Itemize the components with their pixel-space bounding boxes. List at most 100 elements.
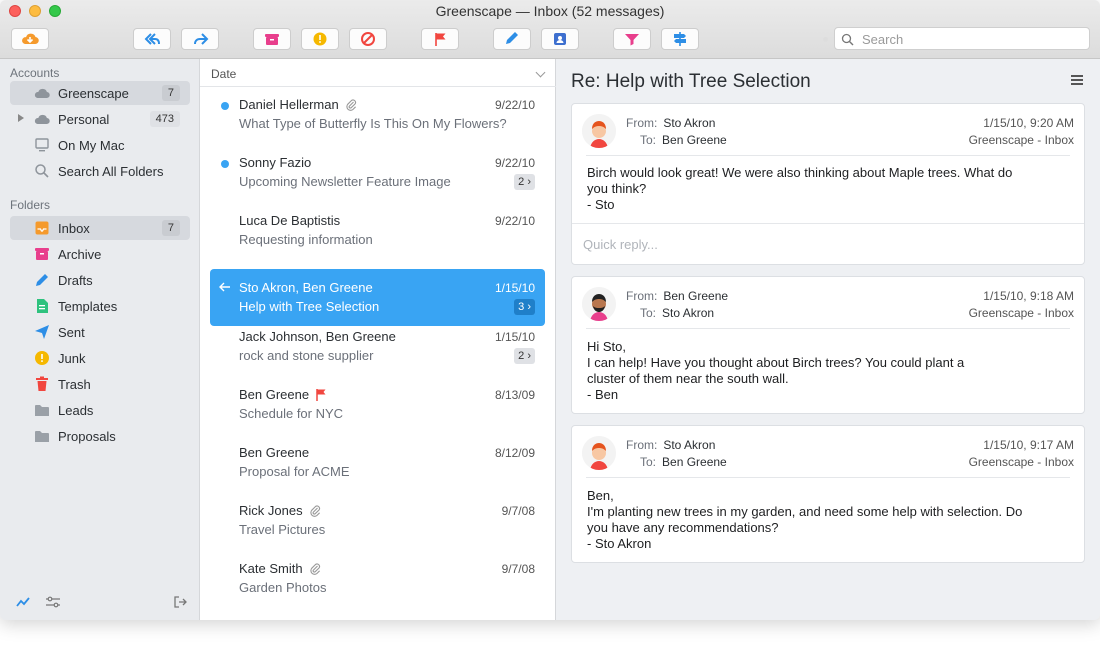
quick-reply-field[interactable]: Quick reply... (572, 223, 1084, 265)
junk-button[interactable] (301, 28, 339, 50)
signpost-icon (674, 32, 686, 46)
contacts-button[interactable] (541, 28, 579, 50)
warning-icon (313, 32, 327, 46)
sender-name[interactable]: Ben Greene (663, 289, 728, 303)
get-mail-button[interactable] (11, 28, 49, 50)
sidebar: Accounts Greenscape 7 Personal 473 On My… (0, 59, 200, 620)
recipient-name[interactable]: Ben Greene (662, 455, 727, 469)
folder-icon (34, 402, 50, 418)
recipient-name[interactable]: Ben Greene (662, 133, 727, 147)
sidebar-item-archive[interactable]: Archive (10, 242, 190, 266)
message-date: 8/13/09 (494, 388, 535, 402)
to-label: To: (640, 455, 657, 469)
sidebar-item-label: Proposals (58, 429, 116, 444)
message-subject: rock and stone supplier (239, 348, 374, 363)
sidebar-item-greenscape[interactable]: Greenscape 7 (10, 81, 190, 105)
archive-icon (34, 246, 50, 262)
message-from: Daniel Hellerman (239, 97, 339, 112)
sidebar-item-templates[interactable]: Templates (10, 294, 190, 318)
conversation-title: Re: Help with Tree Selection (571, 71, 811, 92)
unread-dot-icon (221, 160, 229, 168)
disclosure-triangle-icon[interactable] (18, 114, 24, 122)
message-date: 9/22/10 (494, 156, 535, 170)
message-subject: Garden Photos (239, 580, 327, 595)
sidebar-item-personal[interactable]: Personal 473 (10, 107, 190, 131)
sidebar-item-proposals[interactable]: Proposals (10, 424, 190, 448)
message-row[interactable]: Rick Jones Travel Pictures 9/7/08 (210, 492, 545, 548)
pencil-icon (506, 32, 518, 44)
warning-icon (34, 350, 50, 366)
accounts-header: Accounts (10, 66, 60, 80)
recipient-name[interactable]: Sto Akron (662, 306, 714, 320)
archive-button[interactable] (253, 28, 291, 50)
message-body: Ben, I'm planting new trees in my garden… (587, 488, 1023, 551)
sidebar-item-label: Drafts (58, 273, 93, 288)
sidebar-item-inbox[interactable]: Inbox 7 (10, 216, 190, 240)
message-row[interactable]: Ben Greene Proposal for ACME 8/12/09 (210, 434, 545, 490)
thread-count: 2 (518, 350, 525, 362)
message-subject: Help with Tree Selection (239, 299, 380, 314)
compose-button[interactable] (493, 28, 531, 50)
message-date: 1/15/10, 9:17 AM (983, 438, 1074, 452)
message-from: Sto Akron, Ben Greene (239, 280, 373, 295)
message-account: Greenscape - Inbox (968, 455, 1074, 469)
sidebar-item-on-my-mac[interactable]: On My Mac (10, 133, 190, 157)
message-row[interactable]: Luca De Baptistis Requesting information… (210, 202, 545, 258)
message-row[interactable]: Kate Smith Garden Photos 9/7/08 (210, 550, 545, 606)
reply-all-button[interactable] (133, 28, 171, 50)
sender-name[interactable]: Sto Akron (663, 438, 715, 452)
to-line: To: Ben Greene (640, 133, 727, 147)
search-icon (34, 163, 50, 179)
message-row[interactable]: Jack Johnson, Ben Greene rock and stone … (210, 318, 545, 374)
filter-button[interactable] (613, 28, 651, 50)
search-input[interactable]: Search (834, 27, 1090, 50)
paper-plane-icon (34, 324, 50, 340)
avatar (582, 436, 616, 470)
sidebar-item-junk[interactable]: Junk (10, 346, 190, 370)
from-line: From: Sto Akron (626, 438, 715, 452)
sidebar-item-sent[interactable]: Sent (10, 320, 190, 344)
sidebar-item-trash[interactable]: Trash (10, 372, 190, 396)
forward-button[interactable] (181, 28, 219, 50)
sidebar-item-label: Inbox (58, 221, 90, 236)
message-date: 1/15/10, 9:20 AM (983, 116, 1074, 130)
sort-header[interactable]: Date (200, 59, 556, 87)
document-icon (34, 298, 50, 314)
block-button[interactable] (349, 28, 387, 50)
to-line: To: Sto Akron (640, 306, 714, 320)
thread-count-badge[interactable]: 2 › (514, 174, 535, 190)
sidebar-item-label: On My Mac (58, 138, 125, 153)
message-card: From: Sto Akron To: Ben Greene 1/15/10, 9:… (571, 103, 1085, 265)
block-icon (361, 32, 375, 46)
settings-sliders-icon[interactable] (45, 596, 61, 611)
from-label: From: (626, 116, 658, 130)
message-date: 9/22/10 (494, 98, 535, 112)
rules-button[interactable] (661, 28, 699, 50)
menu-icon[interactable] (1071, 75, 1083, 85)
thread-count-badge[interactable]: 2 › (514, 348, 535, 364)
avatar (582, 114, 616, 148)
message-row[interactable]: Ben Greene Schedule for NYC 8/13/09 (210, 376, 545, 432)
message-row[interactable]: Sonny Fazio Upcoming Newsletter Feature … (210, 144, 545, 200)
message-from: Rick Jones (239, 503, 303, 518)
message-account: Greenscape - Inbox (968, 133, 1074, 147)
activity-icon[interactable] (16, 596, 30, 611)
replied-icon (219, 281, 231, 295)
message-subject: Requesting information (239, 232, 373, 247)
message-row[interactable]: Daniel Hellerman What Type of Butterfly … (210, 86, 545, 142)
chevron-down-icon (535, 67, 546, 78)
paperclip-icon (309, 563, 320, 575)
flag-button[interactable] (421, 28, 459, 50)
sidebar-item-drafts[interactable]: Drafts (10, 268, 190, 292)
to-label: To: (640, 306, 657, 320)
sender-name[interactable]: Sto Akron (663, 116, 715, 130)
sidebar-item-leads[interactable]: Leads (10, 398, 190, 422)
message-body: Hi Sto, I can help! Have you thought abo… (587, 339, 965, 402)
divider (586, 477, 1070, 478)
search-icon (841, 33, 854, 46)
thread-count-badge[interactable]: 3 › (514, 299, 535, 315)
sidebar-item-search-all-folders[interactable]: Search All Folders (10, 159, 190, 183)
unread-count-badge: 7 (161, 85, 180, 101)
window-title: Greenscape — Inbox (52 messages) (435, 3, 665, 19)
sign-out-icon[interactable] (173, 596, 187, 611)
